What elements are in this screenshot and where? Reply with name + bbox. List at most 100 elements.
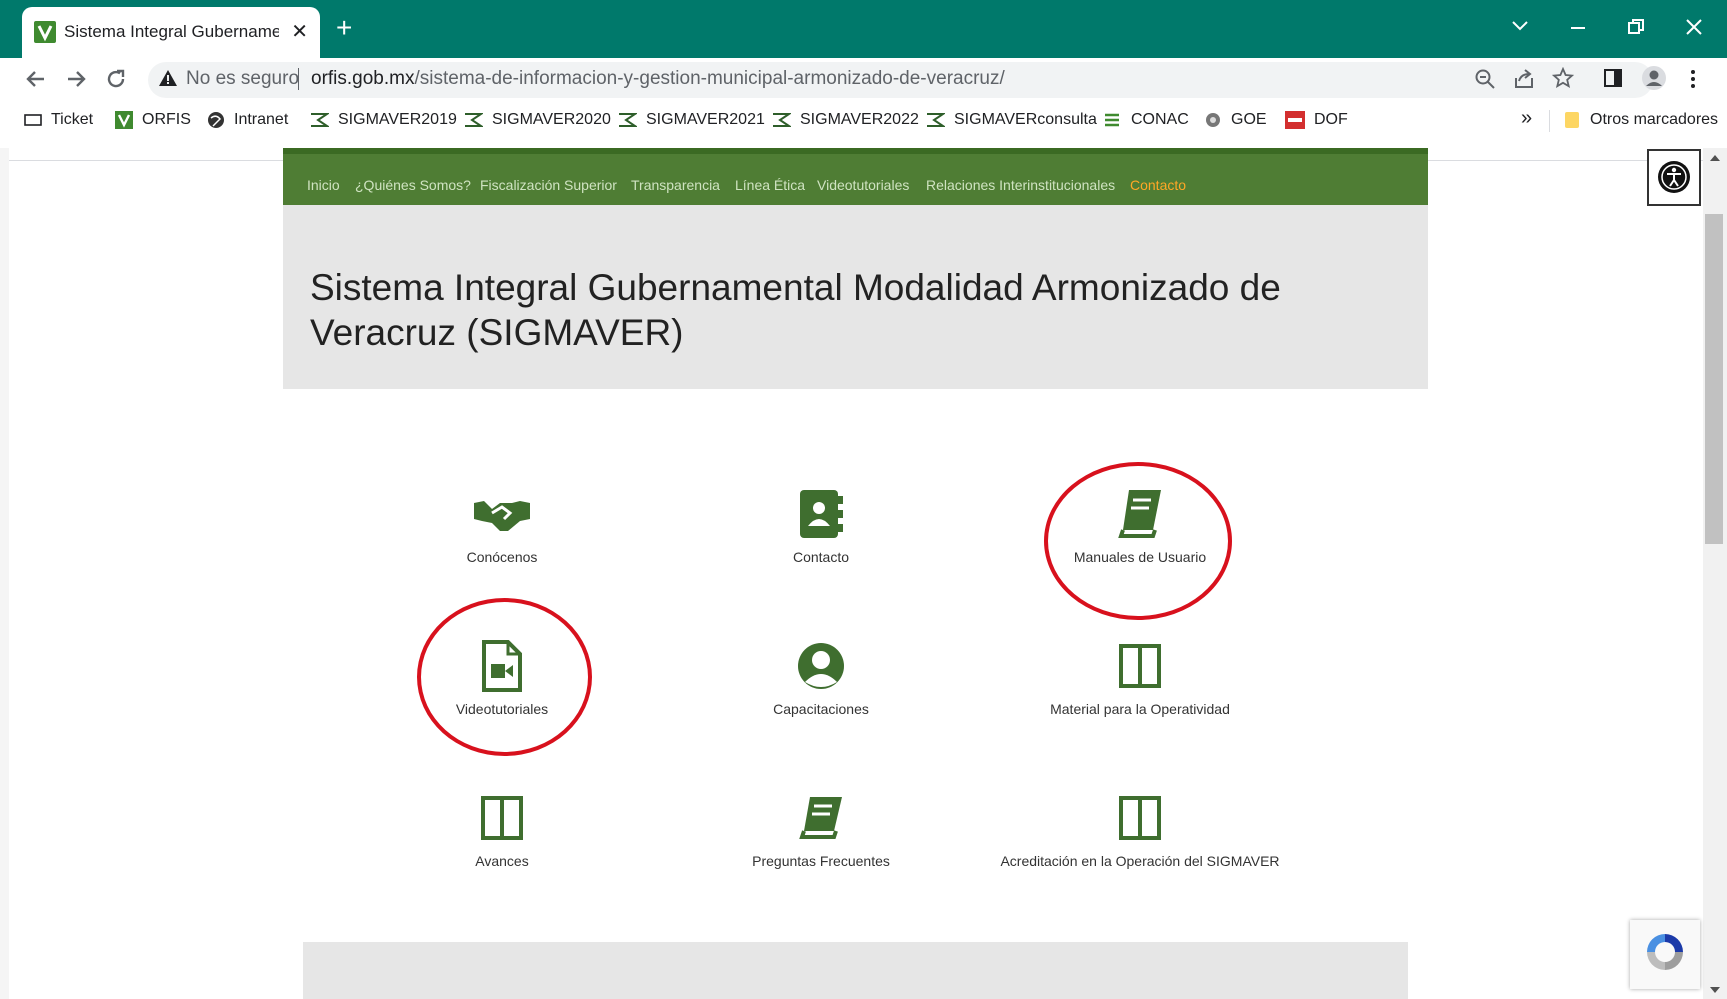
tile-conocenos[interactable]: Conócenos (372, 485, 632, 565)
bookmark-label: DOF (1314, 111, 1348, 128)
bookmark-label: CONAC (1131, 111, 1189, 128)
orfis-favicon-icon (34, 21, 56, 43)
bookmark-sigmaver2021[interactable]: SIGMAVER2021 (617, 111, 765, 129)
bookmarks-overflow-button[interactable]: » (1521, 107, 1532, 130)
tile-material-operatividad[interactable]: Material para la Operatividad (1010, 637, 1270, 717)
ticket-icon (24, 114, 42, 126)
orfis-logo-icon (115, 111, 133, 129)
content-footer-band (303, 942, 1408, 999)
bookmark-dof[interactable]: DOF (1285, 111, 1348, 129)
conac-icon (1105, 113, 1119, 127)
bookmark-star-icon[interactable] (1552, 67, 1574, 89)
bookmark-label: SIGMAVER2019 (338, 111, 457, 128)
dof-icon (1285, 111, 1305, 129)
reload-icon[interactable] (104, 67, 128, 91)
goe-icon (1206, 113, 1220, 127)
scrollbar-thumb[interactable] (1705, 214, 1723, 544)
bookmark-label: SIGMAVER2022 (800, 111, 919, 128)
share-icon[interactable] (1513, 68, 1535, 90)
tile-contacto[interactable]: Contacto (691, 485, 951, 565)
scroll-down-arrow-icon[interactable] (1709, 986, 1721, 994)
other-bookmarks[interactable]: Otros marcadores (1563, 111, 1718, 129)
back-arrow-icon[interactable] (24, 67, 48, 91)
accessibility-icon (1658, 161, 1690, 193)
bookmark-sigmaver2019[interactable]: SIGMAVER2019 (309, 111, 457, 129)
nav-inicio[interactable]: Inicio (307, 177, 340, 193)
tab-title: Sistema Integral Gubernamental (64, 22, 279, 41)
close-window-icon[interactable] (1685, 18, 1703, 36)
sigmaver-icon (773, 113, 791, 127)
nav-fiscalizacion[interactable]: Fiscalización Superior (480, 177, 617, 193)
columns-icon (1119, 796, 1161, 840)
tile-preguntas-frecuentes[interactable]: Preguntas Frecuentes (691, 789, 951, 869)
bookmark-ticket[interactable]: Ticket (24, 111, 93, 129)
profile-avatar-icon[interactable] (1641, 65, 1667, 91)
tile-capacitaciones[interactable]: Capacitaciones (691, 637, 951, 717)
address-book-icon (800, 490, 843, 538)
tile-label: Contacto (792, 549, 850, 565)
tile-avances[interactable]: Avances (372, 789, 632, 869)
folder-icon (1565, 112, 1579, 128)
tile-acreditacion[interactable]: Acreditación en la Operación del SIGMAVE… (990, 789, 1290, 869)
side-panel-icon[interactable] (1603, 68, 1623, 88)
url-host: orfis.gob.mx (311, 68, 415, 89)
accessibility-button[interactable] (1647, 149, 1701, 206)
bookmark-sigmaver2020[interactable]: SIGMAVER2020 (463, 111, 611, 129)
book-icon (799, 797, 842, 839)
bookmark-label: SIGMAVER2020 (492, 111, 611, 128)
tab-search-chevron-icon[interactable] (1511, 18, 1529, 32)
handshake-icon (474, 501, 530, 531)
bookmark-conac[interactable]: CONAC (1102, 111, 1189, 129)
nav-quienes-somos[interactable]: ¿Quiénes Somos? (355, 177, 471, 193)
bookmarks-separator (1549, 110, 1550, 132)
user-circle-icon (798, 643, 844, 689)
forward-arrow-icon[interactable] (64, 67, 88, 91)
not-secure-label[interactable]: No es seguro (186, 68, 299, 90)
tile-label: Preguntas Frecuentes (752, 853, 890, 869)
url-text[interactable]: orfis.gob.mx/sistema-de-informacion-y-ge… (311, 68, 1005, 90)
sigmaver-icon (619, 113, 637, 127)
bookmark-sigmaver2022[interactable]: SIGMAVER2022 (771, 111, 919, 129)
bookmark-label: GOE (1231, 111, 1267, 128)
globe-icon (208, 112, 224, 128)
tab-close-icon[interactable]: ✕ (291, 19, 308, 44)
bookmark-sigmaverconsulta[interactable]: SIGMAVERconsulta (925, 111, 1097, 129)
new-tab-button[interactable]: + (336, 14, 352, 42)
annotation-circle-videotutoriales (417, 598, 592, 756)
annotation-circle-manuales (1044, 462, 1232, 620)
kebab-menu-icon[interactable] (1689, 68, 1697, 90)
recaptcha-icon (1647, 934, 1683, 970)
columns-icon (1119, 644, 1161, 688)
recaptcha-badge[interactable] (1630, 920, 1700, 989)
bookmark-label: Ticket (51, 111, 94, 128)
sigmaver-icon (927, 113, 945, 127)
nav-relaciones[interactable]: Relaciones Interinstitucionales (926, 177, 1115, 193)
bookmark-orfis[interactable]: ORFIS (115, 111, 191, 129)
url-path: /sistema-de-informacion-y-gestion-munici… (414, 68, 1005, 89)
nav-videotutoriales[interactable]: Videotutoriales (817, 177, 909, 193)
bookmark-goe[interactable]: GOE (1204, 111, 1267, 129)
bookmark-label: ORFIS (142, 111, 191, 128)
site-nav-bar: Inicio ¿Quiénes Somos? Fiscalización Sup… (283, 148, 1428, 205)
page-title: Sistema Integral Gubernamental Modalidad… (310, 267, 1281, 353)
browser-tab[interactable]: Sistema Integral Gubernamental ✕ (22, 7, 320, 58)
bookmark-intranet[interactable]: Intranet (207, 111, 288, 129)
tile-label: Conócenos (466, 549, 538, 565)
tile-label: Avances (475, 853, 529, 869)
bookmark-label: SIGMAVERconsulta (954, 111, 1097, 128)
sigmaver-icon (465, 113, 483, 127)
zoom-out-icon[interactable] (1474, 68, 1496, 90)
minimize-icon[interactable] (1569, 18, 1587, 36)
other-bookmarks-label: Otros marcadores (1590, 111, 1719, 128)
nav-contacto[interactable]: Contacto (1130, 177, 1186, 193)
scroll-up-arrow-icon[interactable] (1709, 154, 1721, 162)
restore-icon[interactable] (1627, 18, 1645, 36)
nav-transparencia[interactable]: Transparencia (631, 177, 720, 193)
omnibox-separator (298, 68, 299, 90)
columns-icon (481, 796, 523, 840)
bookmark-label: SIGMAVER2021 (646, 111, 765, 128)
tile-label: Capacitaciones (773, 701, 869, 717)
page-left-edge (0, 148, 9, 999)
warning-triangle-icon[interactable] (158, 68, 178, 88)
nav-linea-etica[interactable]: Línea Ética (735, 177, 805, 193)
